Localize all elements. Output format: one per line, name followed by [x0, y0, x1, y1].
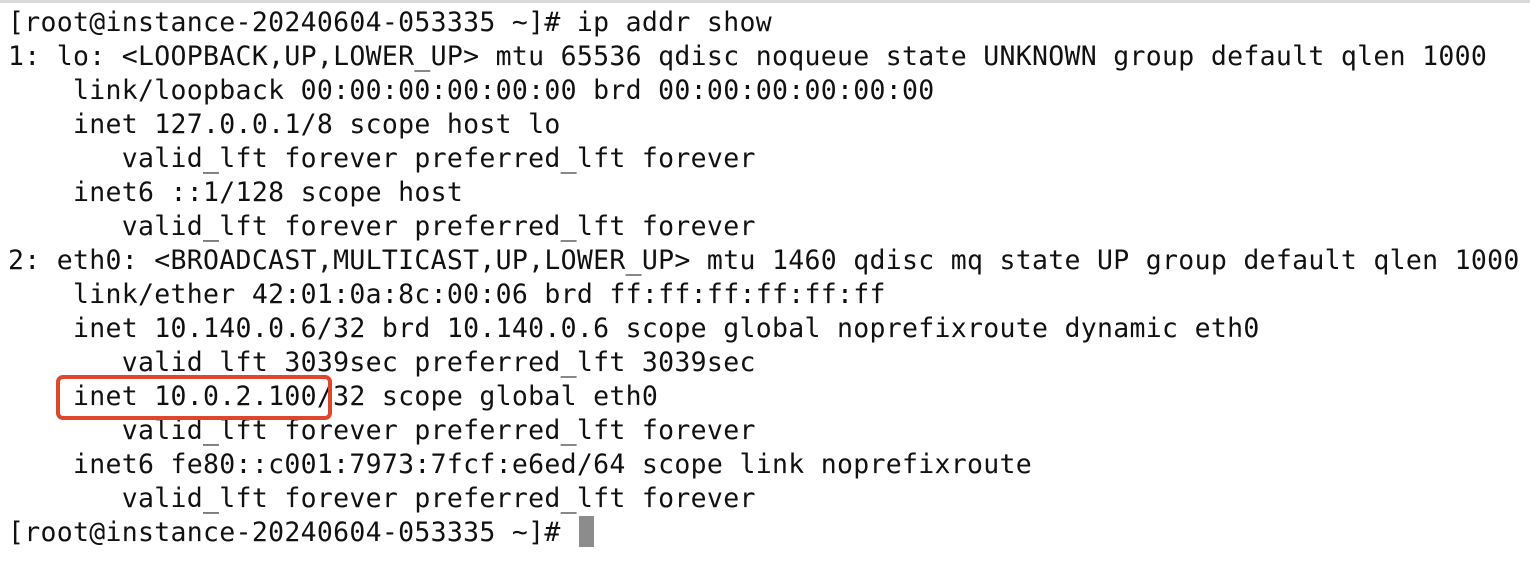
terminal-line-eth0-header: 2: eth0: <BROADCAST,MULTICAST,UP,LOWER_U…	[8, 245, 1520, 276]
terminal-line-eth0-link: link/ether 42:01:0a:8c:00:06 brd ff:ff:f…	[8, 279, 886, 310]
terminal-window[interactable]: [root@instance-20240604-053335 ~]# ip ad…	[0, 0, 1530, 564]
window-top-border	[0, 0, 1530, 3]
terminal-line-lo-valid: valid_lft forever preferred_lft forever	[8, 143, 756, 174]
terminal-line-lo-inet: inet 127.0.0.1/8 scope host lo	[8, 109, 561, 140]
terminal-line-lo-link: link/loopback 00:00:00:00:00:00 brd 00:0…	[8, 75, 935, 106]
text-cursor	[578, 516, 594, 547]
terminal-prompt-line[interactable]: [root@instance-20240604-053335 ~]#	[8, 516, 594, 550]
terminal-line-lo-header: 1: lo: <LOOPBACK,UP,LOWER_UP> mtu 65536 …	[8, 41, 1488, 72]
terminal-line-eth0-valid6: valid_lft forever preferred_lft forever	[8, 483, 756, 514]
terminal-line-eth0-inet6: inet6 fe80::c001:7973:7fcf:e6ed/64 scope…	[8, 449, 1033, 480]
highlight-annotation-box	[56, 375, 332, 420]
terminal-line-lo-inet6: inet6 ::1/128 scope host	[8, 177, 464, 208]
terminal-line-command: [root@instance-20240604-053335 ~]# ip ad…	[8, 7, 772, 38]
terminal-line-lo-valid6: valid_lft forever preferred_lft forever	[8, 211, 756, 242]
terminal-line-eth0-inet: inet 10.140.0.6/32 brd 10.140.0.6 scope …	[8, 313, 1260, 344]
prompt-text: [root@instance-20240604-053335 ~]#	[8, 517, 577, 548]
